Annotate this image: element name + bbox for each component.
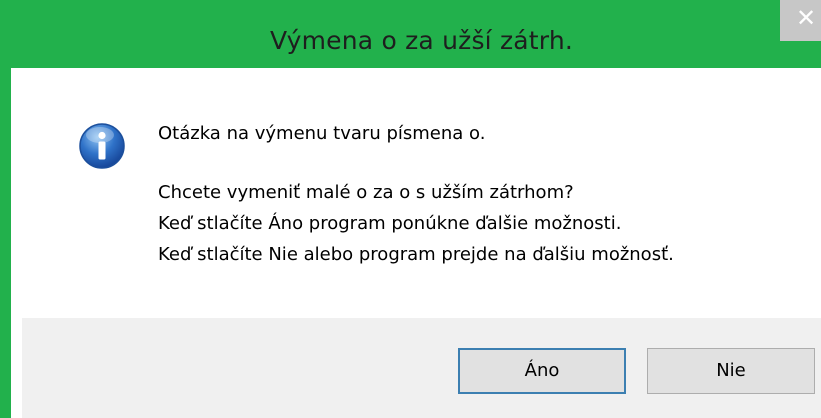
message-line: Chcete vymeniť malé o za o s užším zátrh… <box>158 182 574 203</box>
close-button[interactable]: ✕ <box>780 0 821 41</box>
window-title: Výmena o za užší zátrh. <box>269 26 574 55</box>
button-bar: Áno Nie <box>22 318 821 418</box>
message-heading: Otázka na výmenu tvaru písmena o. <box>158 123 486 144</box>
close-icon: ✕ <box>795 4 817 32</box>
title-bar[interactable]: Výmena o za užší zátrh. ✕ <box>11 0 821 68</box>
message-line: Keď stlačíte Áno program ponúkne ďalšie … <box>158 213 622 234</box>
no-button[interactable]: Nie <box>647 348 815 394</box>
message-line: Keď stlačíte Nie alebo program prejde na… <box>158 244 674 265</box>
message-dialog: Výmena o za užší zátrh. ✕ Otázka na výme… <box>0 0 821 418</box>
message-area: Otázka na výmenu tvaru písmena o. Chcete… <box>22 68 821 318</box>
info-icon <box>79 123 125 169</box>
yes-button[interactable]: Áno <box>458 348 626 394</box>
